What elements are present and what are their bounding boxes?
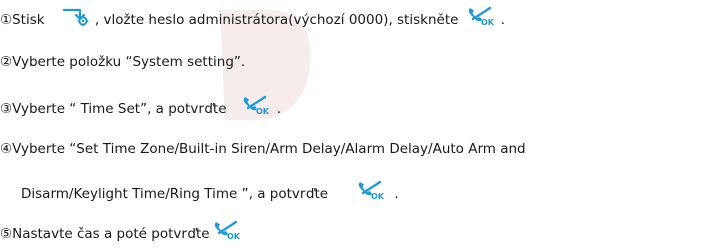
step-4: ④Vyberte “Set Time Zone/Built-in Siren/A… [0, 139, 526, 161]
ok-phone-icon: OK [239, 93, 269, 121]
step-2: ②Vyberte položku “System setting”. [0, 52, 245, 74]
step-1-text-start: Stisk [12, 12, 45, 28]
step-1: ①Stisk , vložte heslo administrátora(výc… [0, 6, 505, 28]
ok-phone-icon: OK [464, 4, 495, 32]
step-number: ③ [0, 101, 13, 117]
step-4-text-line2: Disarm/Keylight Time/Ring Time ”, a potv… [21, 186, 329, 202]
step-5: ⑤Nastavte čas a poté potvrďte OK [0, 220, 240, 242]
step-4-text-line1: Vyberte “Set Time Zone/Built-in Siren/Ar… [12, 141, 526, 157]
settings-arrow-icon [61, 4, 91, 32]
ok-label: OK [256, 107, 269, 115]
step-number: ① [0, 12, 13, 28]
ok-label: OK [227, 232, 240, 240]
step-2-text: Vyberte položku “System setting”. [12, 54, 246, 70]
step-5-text: Nastavte čas a poté potvrďte [12, 226, 210, 242]
step-3: ③Vyberte “ Time Set”, a potvrďte OK . [0, 95, 281, 117]
step-number: ⑤ [0, 226, 13, 242]
step-3-text-end: . [272, 101, 282, 117]
ok-label: OK [371, 192, 384, 200]
step-1-text-end: . [496, 12, 506, 28]
step-number: ② [0, 54, 13, 70]
step-4-continued: Disarm/Keylight Time/Ring Time ”, a potv… [21, 180, 399, 202]
step-4-text-end: . [390, 186, 399, 202]
step-3-text: Vyberte “ Time Set”, a potvrďte [12, 101, 227, 117]
ok-phone-icon: OK [354, 178, 385, 206]
ok-phone-icon: OK [210, 218, 240, 246]
step-number: ④ [0, 141, 13, 157]
step-1-text-middle: , vložte heslo administrátora(výchozí 00… [94, 12, 459, 28]
ok-label: OK [481, 18, 494, 26]
